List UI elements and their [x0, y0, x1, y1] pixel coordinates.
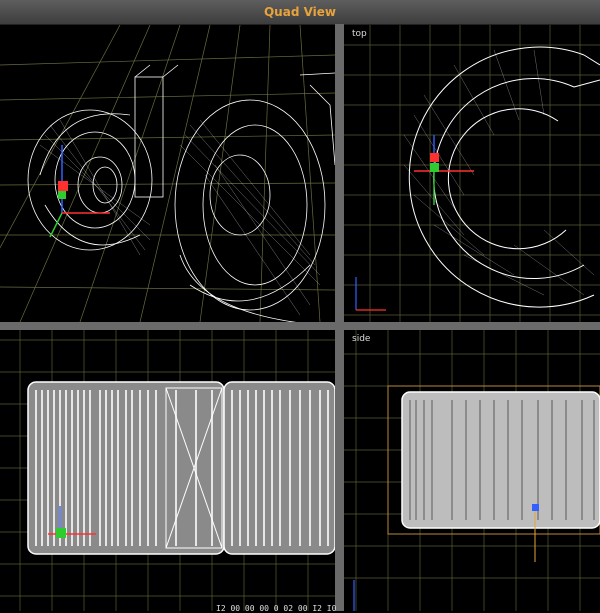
viewport-perspective[interactable] [0, 25, 335, 322]
wireframe-model-side [401, 391, 600, 529]
front-canvas [0, 330, 335, 611]
top-grid [344, 25, 600, 322]
wireframe-model-perspective [27, 64, 335, 322]
viewport-front[interactable] [0, 330, 335, 611]
viewport-label-side: side [352, 334, 371, 344]
perspective-canvas [0, 25, 335, 322]
wireframe-hatching-top [403, 49, 595, 296]
window-title: Quad View [263, 5, 337, 19]
viewport-divider-horizontal[interactable] [0, 322, 600, 330]
viewport-label-top: top [352, 29, 367, 39]
viewport-top[interactable]: top [344, 25, 600, 322]
viewport-divider-vertical[interactable] [335, 24, 344, 611]
top-canvas [344, 25, 600, 322]
wireframe-model-front [27, 381, 335, 555]
window-titlebar[interactable]: Quad View [0, 0, 600, 25]
side-canvas [344, 330, 600, 611]
status-readout: I2 00 00 00 0 02 00 I2 I0 [216, 604, 337, 613]
wireframe-hatching [39, 119, 321, 316]
wireframe-model-top [408, 46, 600, 308]
gizmo-top [414, 135, 474, 205]
viewport-side[interactable]: side [344, 330, 600, 611]
perspective-grid [0, 25, 335, 322]
axis-triad-top [355, 277, 386, 311]
